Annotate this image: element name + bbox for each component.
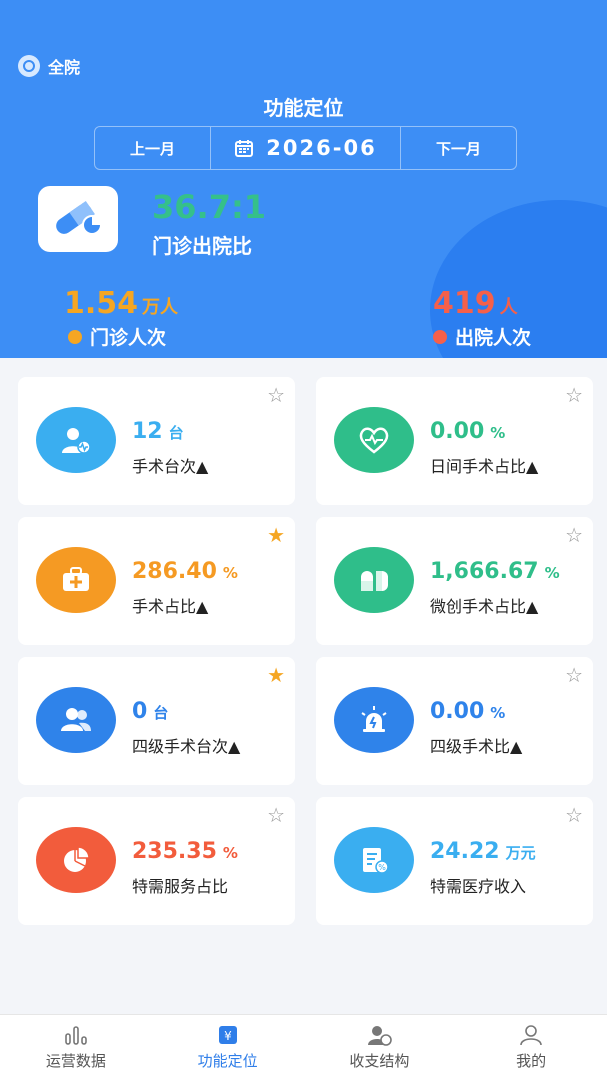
metric-card[interactable]: 1,666.67% 微创手术占比▲ ☆ <box>316 517 593 645</box>
tab-finance-structure[interactable]: 收支结构 <box>304 1015 456 1080</box>
users-icon <box>36 687 116 753</box>
metric-label: 特需医疗收入 <box>430 877 527 896</box>
tab-label: 功能定位 <box>197 1052 258 1070</box>
metric-label: 四级手术比▲ <box>430 737 523 756</box>
outpatient-visits-label: 门诊人次 <box>90 327 167 349</box>
pie-chart-icon <box>36 827 116 893</box>
month-navigator: 上一月 2026-06 下一月 <box>94 126 517 170</box>
metric-card[interactable]: 235.35% 特需服务占比 ☆ <box>18 797 295 925</box>
metric-card[interactable]: 12 台 手术台次▲ ☆ <box>18 377 295 505</box>
outpatient-visits-stat: 1.54 万人 门诊人次 <box>64 286 178 350</box>
metric-label: 手术台次▲ <box>132 457 209 476</box>
page-title: 功能定位 <box>263 96 344 120</box>
discharge-unit: 人 <box>499 297 518 318</box>
star-icon[interactable]: ☆ <box>267 803 285 827</box>
star-icon[interactable]: ☆ <box>565 523 583 547</box>
metric-value: 0.00% <box>430 419 506 444</box>
medical-kit-icon <box>36 547 116 613</box>
star-icon[interactable]: ★ <box>267 663 285 687</box>
outpatient-visits-unit: 万人 <box>142 297 179 318</box>
hospital-label: 全院 <box>48 58 81 77</box>
metric-value: 1,666.67% <box>430 559 560 584</box>
person-icon <box>520 1025 542 1046</box>
svg-text:%: % <box>378 863 386 872</box>
discharge-value: 419 <box>433 286 496 321</box>
doctor-icon <box>36 407 116 473</box>
metric-card[interactable]: 0.00% 日间手术占比▲ ☆ <box>316 377 593 505</box>
metric-label: 特需服务占比 <box>132 877 229 896</box>
ratio-label: 门诊出院比 <box>152 234 252 258</box>
prev-month-button[interactable]: 上一月 <box>95 127 210 169</box>
metric-value: 286.40% <box>132 559 238 584</box>
metric-card[interactable]: % 24.22 万元 特需医疗收入 ☆ <box>316 797 593 925</box>
next-month-button[interactable]: 下一月 <box>401 127 516 169</box>
heart-pulse-icon <box>334 407 414 473</box>
finance-user-icon <box>368 1026 393 1046</box>
metric-value: 12 台 <box>132 419 184 444</box>
month-picker[interactable]: 2026-06 <box>210 127 401 169</box>
tab-mine[interactable]: 我的 <box>455 1015 607 1080</box>
metric-card[interactable]: 286.40% 手术占比▲ ★ <box>18 517 295 645</box>
bar-chart-icon <box>65 1026 87 1045</box>
receipt-icon: % <box>334 827 414 893</box>
pill-capsule-icon <box>38 186 118 252</box>
alarm-icon <box>334 687 414 753</box>
tab-label: 收支结构 <box>349 1052 410 1070</box>
metric-value: 235.35% <box>132 839 238 864</box>
metric-label: 微创手术占比▲ <box>430 597 539 616</box>
outpatient-visits-value: 1.54 <box>64 286 139 321</box>
hospital-selector[interactable]: 全院 <box>18 54 80 78</box>
metric-label: 手术占比▲ <box>132 597 209 616</box>
metric-card[interactable]: 0台 四级手术台次▲ ★ <box>18 657 295 785</box>
tab-label: 运营数据 <box>45 1052 106 1070</box>
star-icon[interactable]: ☆ <box>267 383 285 407</box>
svg-text:¥: ¥ <box>224 1029 232 1043</box>
header-panel: 全院 功能定位 上一月 2026-06 下一月 36.7:1 门诊出院比 1.5… <box>0 0 607 358</box>
pill-icon <box>334 547 414 613</box>
metric-value: 0.00% <box>430 699 506 724</box>
metric-card[interactable]: 0.00% 四级手术比▲ ☆ <box>316 657 593 785</box>
star-icon[interactable]: ★ <box>267 523 285 547</box>
position-icon: ¥ <box>218 1026 237 1044</box>
star-icon[interactable]: ☆ <box>565 663 583 687</box>
tab-function-position[interactable]: ¥ 功能定位 <box>152 1015 304 1080</box>
metric-value: 0台 <box>132 699 169 724</box>
metric-label: 日间手术占比▲ <box>430 457 539 476</box>
current-month: 2026-06 <box>266 136 377 160</box>
metric-label: 四级手术台次▲ <box>132 737 241 756</box>
discharge-label: 出院人次 <box>455 327 532 349</box>
hospital-icon <box>18 55 40 77</box>
metric-value: 24.22 万元 <box>430 839 536 864</box>
calendar-icon <box>235 140 254 157</box>
star-icon[interactable]: ☆ <box>565 383 583 407</box>
red-dot-icon <box>433 329 447 344</box>
outpatient-discharge-ratio: 36.7:1 <box>152 188 267 226</box>
tab-label: 我的 <box>516 1052 547 1070</box>
bottom-tab-bar: 运营数据 ¥ 功能定位 收支结构 我的 <box>0 1014 607 1080</box>
tab-operations[interactable]: 运营数据 <box>0 1015 152 1080</box>
discharge-stat: 419 人 出院人次 <box>433 286 531 350</box>
orange-dot-icon <box>68 329 82 344</box>
star-icon[interactable]: ☆ <box>565 803 583 827</box>
